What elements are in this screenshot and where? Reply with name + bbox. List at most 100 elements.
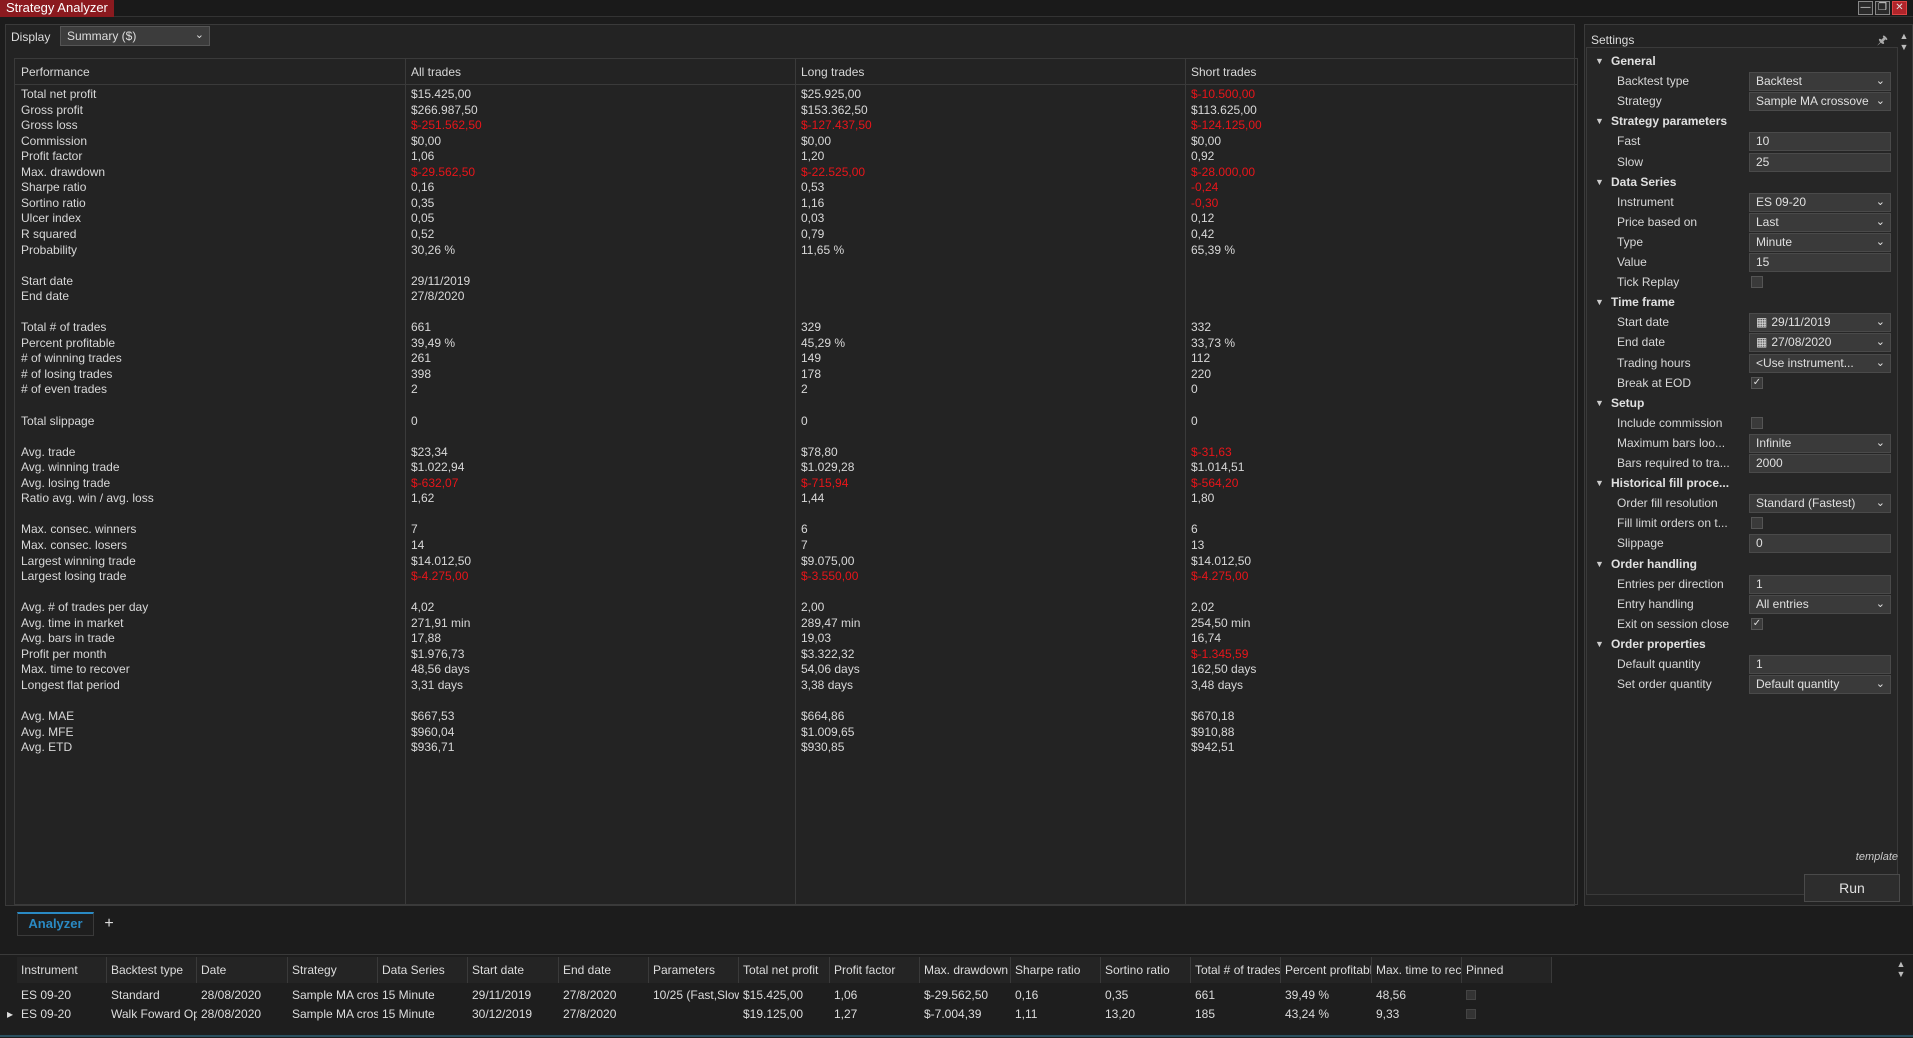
results-cell[interactable]: 9,33	[1372, 1004, 1462, 1024]
scroll-down-icon[interactable]: ▼	[1895, 969, 1907, 979]
results-cell[interactable]: 15 Minute	[378, 1004, 468, 1024]
settings-checkbox[interactable]	[1751, 416, 1763, 429]
column-header-short-trades[interactable]: Short trades	[1185, 59, 1577, 85]
chevron-down-icon[interactable]: ⌄	[1876, 596, 1885, 613]
display-select[interactable]: Summary ($) ⌄	[60, 26, 210, 46]
results-column-header[interactable]: Pinned	[1462, 957, 1552, 983]
results-column-header[interactable]: Parameters	[649, 957, 739, 983]
results-cell[interactable]: 29/11/2019	[468, 985, 559, 1005]
results-cell[interactable]: 661	[1191, 985, 1281, 1005]
chevron-down-icon[interactable]: ⌄	[1876, 234, 1885, 251]
row-expander-icon[interactable]	[3, 985, 17, 1005]
results-column-header[interactable]: Sortino ratio	[1101, 957, 1191, 983]
results-cell[interactable]: 1,27	[830, 1004, 920, 1024]
chevron-down-icon[interactable]: ⌄	[1876, 676, 1885, 693]
column-header-all-trades[interactable]: All trades	[405, 59, 795, 85]
chevron-down-icon[interactable]: ⌄	[1876, 93, 1885, 110]
results-cell[interactable]: 0,16	[1011, 985, 1101, 1005]
results-column-header[interactable]: End date	[559, 957, 649, 983]
results-cell[interactable]: $-29.562,50	[920, 985, 1011, 1005]
chevron-down-icon[interactable]: ⌄	[1876, 435, 1885, 452]
column-header-long-trades[interactable]: Long trades	[795, 59, 1185, 85]
settings-select[interactable]: Default quantity ⌄	[1749, 675, 1891, 695]
results-scrollbar[interactable]: ▲ ▼	[1895, 957, 1907, 1037]
results-cell[interactable]: 48,56	[1372, 985, 1462, 1005]
results-column-header[interactable]: Start date	[468, 957, 559, 983]
restore-button[interactable]: ❐	[1875, 1, 1890, 15]
results-cell[interactable]: Sample MA crossc	[288, 1004, 378, 1024]
calendar-icon[interactable]: ▦	[1756, 315, 1767, 329]
results-cell[interactable]: $19.125,00	[739, 1004, 830, 1024]
row-label: Ratio avg. win / avg. loss	[21, 491, 154, 506]
calendar-icon[interactable]: ▦	[1756, 335, 1767, 349]
settings-checkbox[interactable]: ✓	[1751, 617, 1763, 630]
results-cell[interactable]: 39,49 %	[1281, 985, 1372, 1005]
add-tab-button[interactable]: +	[99, 914, 119, 934]
results-column-header[interactable]: Backtest type	[107, 957, 197, 983]
display-select-value: Summary ($)	[67, 29, 137, 43]
chevron-down-icon[interactable]: ⌄	[1876, 214, 1885, 231]
results-column-header[interactable]: Instrument	[17, 957, 107, 983]
tab-analyzer[interactable]: Analyzer	[17, 912, 94, 936]
short-trades-value: $-4.275,00	[1191, 569, 1249, 584]
results-column-header[interactable]: Total net profit	[739, 957, 830, 983]
settings-scrollbar[interactable]: ▲ ▼	[1898, 25, 1910, 907]
results-cell[interactable]: 0,35	[1101, 985, 1191, 1005]
results-column-header[interactable]: Profit factor	[830, 957, 920, 983]
results-cell[interactable]: 1,11	[1011, 1004, 1101, 1024]
row-label: Longest flat period	[21, 677, 120, 692]
scroll-up-icon[interactable]: ▲	[1895, 959, 1907, 969]
row-expander-icon[interactable]: ▸	[3, 1004, 17, 1024]
results-cell[interactable]: 27/8/2020	[559, 985, 649, 1005]
scroll-up-icon[interactable]: ▲	[1898, 31, 1910, 41]
column-header-performance[interactable]: Performance	[15, 59, 405, 85]
chevron-down-icon[interactable]: ⌄	[1876, 194, 1885, 211]
settings-value: 2000	[1756, 456, 1783, 470]
results-column-header[interactable]: Sharpe ratio	[1011, 957, 1101, 983]
settings-checkbox[interactable]	[1751, 276, 1763, 289]
results-cell[interactable]: 185	[1191, 1004, 1281, 1024]
results-cell[interactable]: $-7.004,39	[920, 1004, 1011, 1024]
all-trades-value: $936,71	[411, 740, 455, 755]
results-cell[interactable]: 27/8/2020	[559, 1004, 649, 1024]
results-cell[interactable]: Standard	[107, 985, 197, 1005]
results-cell[interactable]: Sample MA crossc	[288, 985, 378, 1005]
results-column-header[interactable]: Date	[197, 957, 288, 983]
pinned-checkbox[interactable]	[1466, 1009, 1476, 1019]
results-cell[interactable]: 10/25 (Fast,Slow)	[649, 985, 739, 1005]
chevron-down-icon[interactable]: ⌄	[1876, 334, 1885, 351]
results-column-header[interactable]: Data Series	[378, 957, 468, 983]
chevron-down-icon: ⌄	[194, 29, 204, 41]
results-cell[interactable]: ES 09-20	[17, 985, 107, 1005]
results-cell[interactable]: 30/12/2019	[468, 1004, 559, 1024]
settings-value: 0	[1756, 536, 1763, 551]
results-column-header[interactable]: Max. drawdown	[920, 957, 1011, 983]
results-cell[interactable]: 13,20	[1101, 1004, 1191, 1024]
chevron-down-icon[interactable]: ⌄	[1876, 495, 1885, 512]
results-cell[interactable]: 15 Minute	[378, 985, 468, 1005]
chevron-down-icon[interactable]: ⌄	[1876, 355, 1885, 372]
results-column-header[interactable]: Percent profitable	[1281, 957, 1372, 983]
settings-checkbox[interactable]	[1751, 517, 1763, 530]
results-cell[interactable]: 28/08/2020	[197, 1004, 288, 1024]
pinned-checkbox[interactable]	[1466, 990, 1476, 1000]
results-cell[interactable]: ES 09-20	[17, 1004, 107, 1024]
results-cell[interactable]	[649, 1004, 739, 1024]
results-column-header[interactable]: Strategy	[288, 957, 378, 983]
results-column-header[interactable]: Max. time to recove	[1372, 957, 1462, 983]
results-cell[interactable]: 1,06	[830, 985, 920, 1005]
template-link[interactable]: template	[1856, 851, 1898, 863]
scroll-down-icon[interactable]: ▼	[1898, 42, 1910, 52]
results-cell[interactable]: 43,24 %	[1281, 1004, 1372, 1024]
results-cell[interactable]: 28/08/2020	[197, 985, 288, 1005]
settings-checkbox[interactable]: ✓	[1751, 376, 1763, 389]
close-button[interactable]: ✕	[1892, 1, 1907, 15]
run-button[interactable]: Run	[1804, 874, 1900, 902]
chevron-down-icon[interactable]: ⌄	[1876, 314, 1885, 331]
results-column-header[interactable]: Total # of trades	[1191, 957, 1281, 983]
minimize-button[interactable]: —	[1858, 1, 1873, 15]
chevron-down-icon[interactable]: ⌄	[1876, 73, 1885, 90]
results-cell[interactable]: $15.425,00	[739, 985, 830, 1005]
results-cell[interactable]: Walk Foward Optir	[107, 1004, 197, 1024]
row-label: Total slippage	[21, 413, 95, 428]
